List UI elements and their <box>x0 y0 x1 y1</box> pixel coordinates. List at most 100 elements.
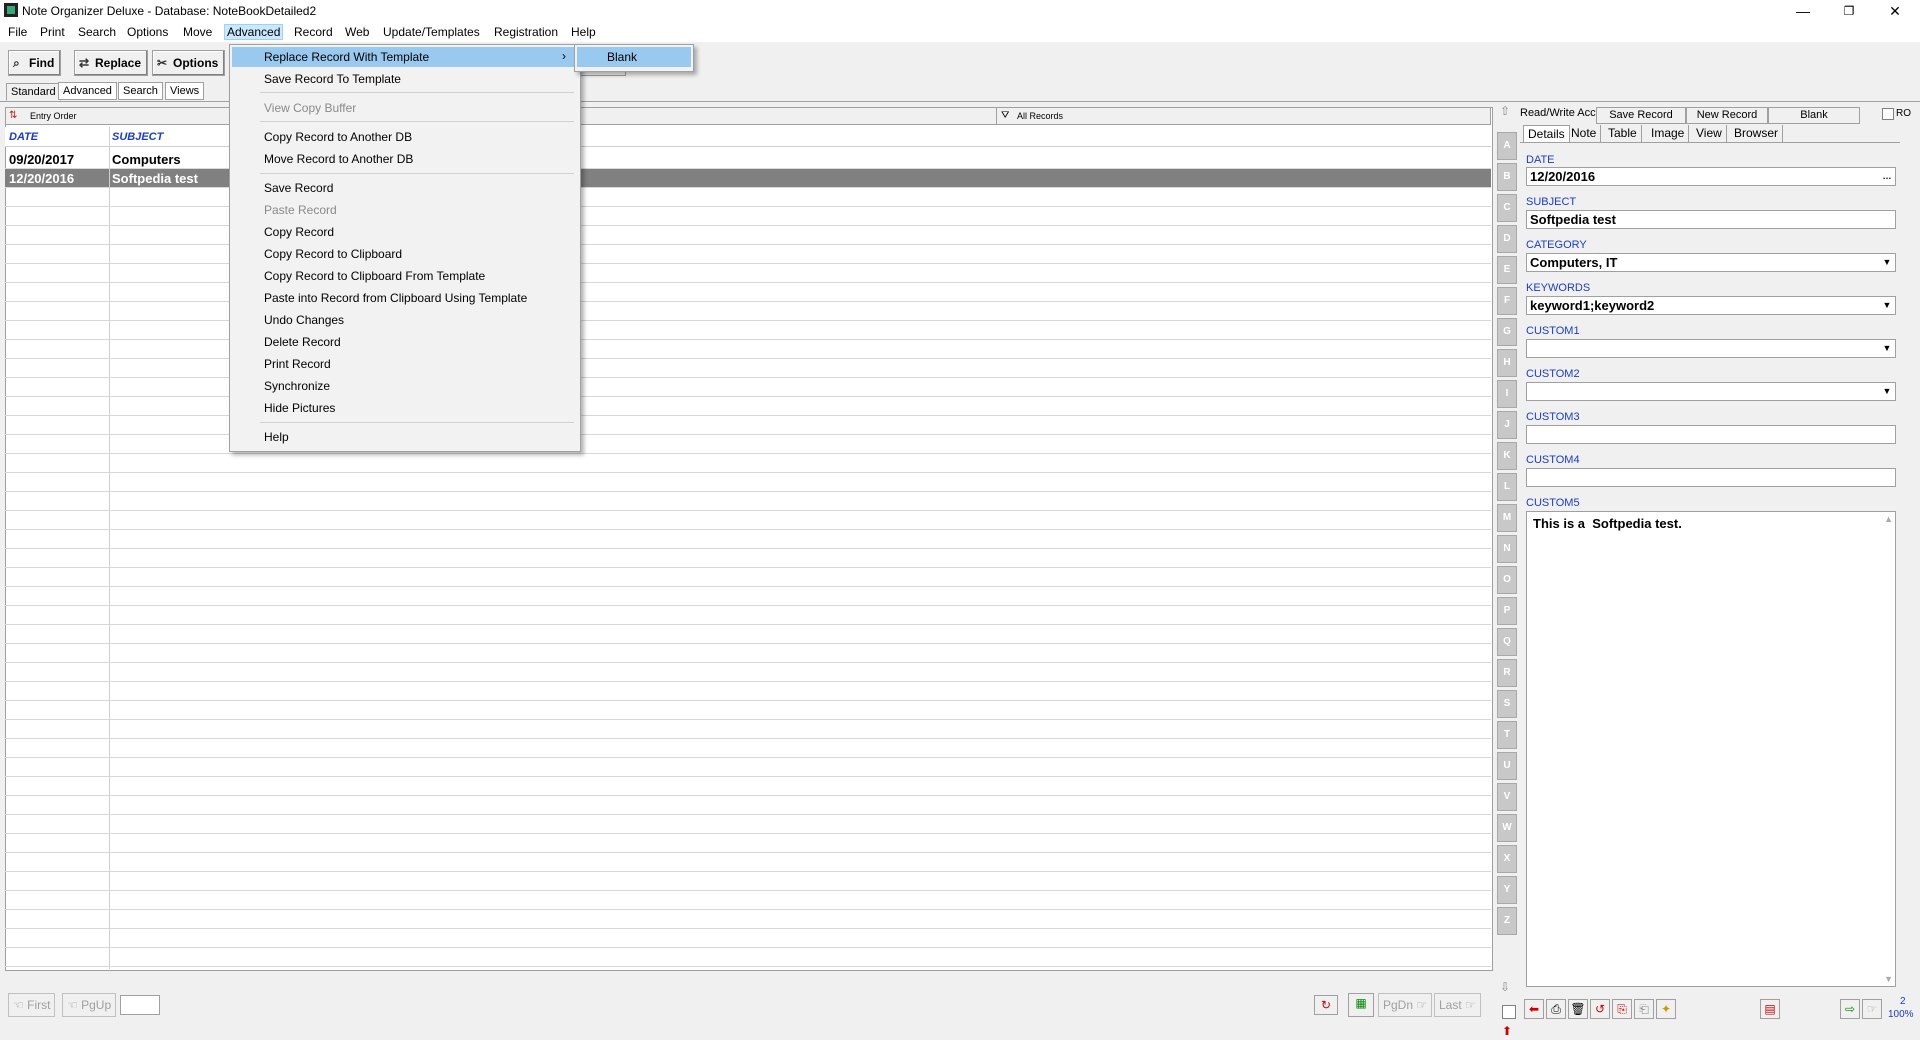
menu-update-templates[interactable]: Update/Templates <box>381 25 482 39</box>
alpha-letter[interactable]: X <box>1497 845 1517 873</box>
alpha-letter[interactable]: H <box>1497 349 1517 377</box>
menu-item-paste-record[interactable]: Paste Record <box>264 203 337 217</box>
alpha-letter[interactable]: V <box>1497 783 1517 811</box>
menu-item-help[interactable]: Help <box>264 430 289 444</box>
custom3-field[interactable] <box>1526 425 1896 444</box>
scroll-down-icon[interactable]: ⇩ <box>1500 980 1510 994</box>
menu-item-save-record-to-template[interactable]: Save Record To Template <box>264 72 401 86</box>
menu-item-move-record-another-db[interactable]: Move Record to Another DB <box>264 152 413 166</box>
menu-item-print-record[interactable]: Print Record <box>264 357 331 371</box>
alpha-letter[interactable]: P <box>1497 597 1517 625</box>
chevron-down-icon[interactable]: ▼ <box>1881 342 1893 355</box>
menu-print[interactable]: Print <box>38 25 67 39</box>
alpha-letter[interactable]: I <box>1497 380 1517 408</box>
alpha-letter[interactable]: K <box>1497 442 1517 470</box>
undo-icon[interactable]: ↺ <box>1590 999 1610 1019</box>
alpha-letter[interactable]: Z <box>1497 907 1517 935</box>
menu-item-copy-record-another-db[interactable]: Copy Record to Another DB <box>264 130 412 144</box>
new-record-button[interactable]: New Record <box>1686 107 1768 124</box>
menu-file[interactable]: File <box>6 25 29 39</box>
menu-search[interactable]: Search <box>76 25 118 39</box>
alpha-letter[interactable]: R <box>1497 659 1517 687</box>
alpha-letter[interactable]: U <box>1497 752 1517 780</box>
menu-item-synchronize[interactable]: Synchronize <box>264 379 330 393</box>
alpha-letter[interactable]: W <box>1497 814 1517 842</box>
pgdn-button[interactable]: PgDn ☞ <box>1378 993 1433 1017</box>
alpha-letter[interactable]: Q <box>1497 628 1517 656</box>
menu-options[interactable]: Options <box>125 25 170 39</box>
chevron-down-icon[interactable]: ▼ <box>1881 256 1893 269</box>
tab-details[interactable]: Details <box>1523 125 1570 143</box>
menu-item-copy-record[interactable]: Copy Record <box>264 225 334 239</box>
save-record-button[interactable]: Save Record <box>1596 107 1686 124</box>
paste-record-icon[interactable]: ⎗ <box>1634 999 1654 1019</box>
maximize-button[interactable]: ❐ <box>1826 0 1872 22</box>
alpha-letter[interactable]: G <box>1497 318 1517 346</box>
alpha-letter[interactable]: J <box>1497 411 1517 439</box>
menu-registration[interactable]: Registration <box>492 25 560 39</box>
submenu-item-blank[interactable]: Blank <box>607 50 637 64</box>
chevron-down-icon[interactable]: ▼ <box>1881 385 1893 398</box>
refresh-icon[interactable]: ↻ <box>1314 995 1338 1015</box>
subject-header[interactable]: SUBJECT <box>112 131 163 143</box>
alpha-letter[interactable]: C <box>1497 194 1517 222</box>
alpha-letter[interactable]: E <box>1497 256 1517 284</box>
first-button[interactable]: ☜ First <box>8 993 56 1017</box>
alpha-letter[interactable]: B <box>1497 163 1517 191</box>
alpha-letter[interactable]: Y <box>1497 876 1517 904</box>
back-arrow-icon[interactable]: ⬅ <box>1524 999 1544 1019</box>
tab-note[interactable]: Note <box>1567 125 1602 142</box>
category-field[interactable]: Computers, IT ▼ <box>1526 253 1896 272</box>
tab-view[interactable]: View <box>1692 125 1727 142</box>
alpha-letter[interactable]: A <box>1497 132 1517 160</box>
alpha-letter[interactable]: F <box>1497 287 1517 315</box>
menu-item-delete-record[interactable]: Delete Record <box>264 335 341 349</box>
forward-icon[interactable]: ☞ <box>1862 999 1882 1019</box>
grid-view-icon[interactable]: ▦ <box>1348 993 1374 1017</box>
alpha-letter[interactable]: L <box>1497 473 1517 501</box>
blank-template-button[interactable]: Blank <box>1768 107 1860 124</box>
alpha-letter[interactable]: N <box>1497 535 1517 563</box>
tab-browser[interactable]: Browser <box>1730 125 1784 142</box>
lightbulb-icon[interactable]: ✦ <box>1656 999 1676 1019</box>
menu-item-save-record[interactable]: Save Record <box>264 181 333 195</box>
entry-order-label[interactable]: Entry Order <box>30 111 77 121</box>
tab-table[interactable]: Table <box>1604 125 1642 142</box>
print-icon[interactable]: ⎙ <box>1546 999 1566 1019</box>
menu-item-copy-record-clipboard[interactable]: Copy Record to Clipboard <box>264 247 402 261</box>
scroll-up-icon[interactable]: ⇧ <box>1500 104 1510 118</box>
all-records-label[interactable]: All Records <box>1017 111 1063 121</box>
alpha-letter[interactable]: S <box>1497 690 1517 718</box>
menu-item-copy-record-clipboard-template[interactable]: Copy Record to Clipboard From Template <box>264 269 485 283</box>
options-button[interactable]: ✂ Options <box>152 50 226 76</box>
chevron-down-icon[interactable]: ▼ <box>1881 299 1893 312</box>
last-button[interactable]: Last ☞ <box>1434 993 1481 1017</box>
scroll-down-icon[interactable]: ▼ <box>1884 974 1893 984</box>
subtab-search[interactable]: Search <box>118 82 163 100</box>
copy-record-icon[interactable]: ⎘ <box>1612 999 1632 1019</box>
keywords-field[interactable]: keyword1;keyword2 ▼ <box>1526 296 1896 315</box>
alpha-letter[interactable]: O <box>1497 566 1517 594</box>
menu-help[interactable]: Help <box>569 25 598 39</box>
find-button[interactable]: ⌕ Find <box>8 50 62 76</box>
grid-checkbox[interactable] <box>1502 1005 1516 1019</box>
table-row[interactable]: 09/20/2017 Computers <box>5 150 1491 169</box>
page-input[interactable] <box>120 995 160 1015</box>
menu-item-hide-pictures[interactable]: Hide Pictures <box>264 401 335 415</box>
alpha-letter[interactable]: D <box>1497 225 1517 253</box>
alpha-letter[interactable]: M <box>1497 504 1517 532</box>
export-icon[interactable]: ⇨ <box>1840 999 1860 1019</box>
menu-item-replace-record-with-template[interactable]: Replace Record With Template <box>264 50 429 64</box>
subtab-advanced[interactable]: Advanced <box>58 82 117 100</box>
date-header[interactable]: DATE <box>9 131 38 143</box>
alpha-letter[interactable]: T <box>1497 721 1517 749</box>
subtab-standard[interactable]: Standard <box>6 83 61 101</box>
pgup-button[interactable]: ☜ PgUp <box>62 993 117 1017</box>
date-field[interactable]: 12/20/2016 … <box>1526 167 1896 186</box>
tab-image[interactable]: Image <box>1647 125 1690 142</box>
ro-checkbox[interactable] <box>1882 108 1894 120</box>
date-picker-button[interactable]: … <box>1881 170 1893 183</box>
menu-item-paste-clipboard-template[interactable]: Paste into Record from Clipboard Using T… <box>264 291 527 305</box>
menu-web[interactable]: Web <box>343 25 371 39</box>
replace-button[interactable]: ⇄ Replace <box>74 50 149 76</box>
